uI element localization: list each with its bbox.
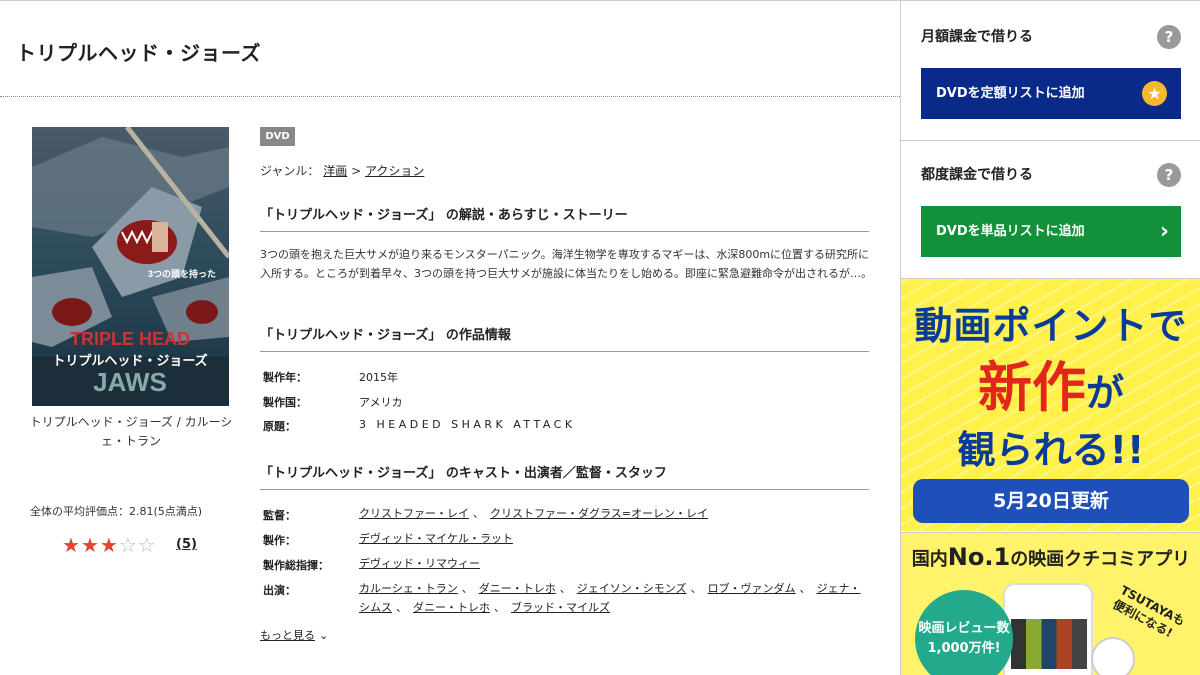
chevron-down-icon: ⌄ bbox=[319, 629, 329, 642]
tsutaya-tag: TSUTAYAも便利になる! bbox=[1110, 582, 1188, 641]
synopsis-text: 3つの頭を抱えた巨大サメが迫り来るモンスターパニック。海洋生物学を専攻するマギー… bbox=[260, 248, 872, 280]
staff-heading: 「トリプルヘッド・ジョーズ」 のキャスト・出演者／監督・スタッフ bbox=[260, 462, 869, 490]
staff-label: 製作総指揮： bbox=[263, 559, 329, 572]
staff-label: 監督： bbox=[263, 509, 296, 522]
staff-values-cast: カルーシェ・トラン、ダニー・トレホ、ジェイソン・シモンズ、ロブ・ヴァンダム、ジェ… bbox=[359, 582, 861, 614]
add-to-monthly-list-button[interactable]: DVDを定額リストに追加 ★ bbox=[921, 68, 1181, 119]
star-filled-icon: ★ bbox=[99, 533, 118, 557]
star-empty-icon: ☆ bbox=[118, 533, 137, 557]
video-points-banner[interactable]: 動画ポイントで 新作が 観られる!! 5月20日更新 bbox=[901, 279, 1200, 531]
title-divider bbox=[0, 96, 900, 97]
poster-image[interactable]: TRIPLE HEAD トリプルヘッド・ジョーズ JAWS 3つの頭を持った bbox=[32, 127, 229, 406]
review-app-banner[interactable]: 国内No.1の映画クチコミアプリ 映画レビュー数 1,000万件! TSUTAY… bbox=[901, 532, 1200, 675]
phone-screen bbox=[1011, 619, 1087, 669]
banner-particle: が bbox=[1085, 371, 1124, 415]
head-pre: 国内 bbox=[911, 549, 948, 570]
poster-art: TRIPLE HEAD トリプルヘッド・ジョーズ JAWS 3つの頭を持った bbox=[32, 127, 229, 406]
sidebar-divider bbox=[901, 140, 1200, 141]
person-link[interactable]: デヴィッド・リマウィー bbox=[359, 557, 480, 570]
info-value: 3 HEADED SHARK ATTACK bbox=[359, 418, 576, 431]
star-icon: ★ bbox=[1142, 81, 1167, 106]
info-heading: 「トリプルヘッド・ジョーズ」 の作品情報 bbox=[260, 324, 869, 352]
genre-breadcrumb: ジャンル： 洋画 > アクション bbox=[260, 162, 424, 179]
star-filled-icon: ★ bbox=[62, 533, 80, 557]
poster-jaws: JAWS bbox=[93, 367, 167, 397]
genre-primary-link[interactable]: 洋画 bbox=[323, 164, 347, 178]
chevron-right-icon: › bbox=[1159, 219, 1169, 244]
app-banner-heading: 国内No.1の映画クチコミアプリ bbox=[901, 543, 1200, 571]
staff-label: 出演： bbox=[263, 584, 296, 597]
poster-en-title: TRIPLE HEAD bbox=[70, 329, 190, 349]
staff-values-producer: デヴィッド・マイケル・ラット bbox=[359, 529, 864, 548]
person-link[interactable]: クリストファー・レイ bbox=[359, 507, 469, 520]
person-link[interactable]: ジェイソン・シモンズ bbox=[577, 582, 687, 595]
person-link[interactable]: カルーシェ・トラン bbox=[359, 582, 458, 595]
head-post: の映画クチコミアプリ bbox=[1010, 549, 1191, 570]
info-label: 製作年： bbox=[263, 371, 307, 384]
info-label: 原題： bbox=[263, 420, 296, 433]
person-link[interactable]: クリストファー・ダグラス=オーレン・レイ bbox=[490, 507, 708, 520]
synopsis-heading: 「トリプルヘッド・ジョーズ」 の解説・あらすじ・ストーリー bbox=[260, 204, 869, 232]
page-title: トリプルヘッド・ジョーズ bbox=[16, 41, 261, 65]
help-icon[interactable]: ? bbox=[1157, 25, 1181, 49]
show-more-link[interactable]: もっと見る ⌄ bbox=[260, 627, 328, 643]
review-count-badge: 映画レビュー数 1,000万件! bbox=[915, 590, 1013, 675]
star-filled-icon: ★ bbox=[80, 533, 99, 557]
person-link[interactable]: ダニー・トレホ bbox=[479, 582, 556, 595]
staff-values-director: クリストファー・レイ、クリストファー・ダグラス=オーレン・レイ bbox=[359, 507, 708, 520]
info-value: アメリカ bbox=[359, 396, 403, 409]
poster-jp-title: トリプルヘッド・ジョーズ bbox=[52, 353, 207, 368]
genre-secondary-link[interactable]: アクション bbox=[365, 164, 424, 178]
rating-stars: ★ ★ ★ ☆ ☆ bbox=[62, 534, 156, 556]
help-icon[interactable]: ? bbox=[1157, 163, 1181, 187]
main-content: トリプルヘッド・ジョーズ TRIPLE HEAD トリプルヘッド・ジョーズ JA… bbox=[0, 0, 900, 675]
banner-line1: 動画ポイントで bbox=[914, 304, 1188, 348]
phone-image bbox=[1003, 583, 1093, 675]
info-value: 2015年 bbox=[359, 371, 398, 384]
person-link[interactable]: ダニー・トレホ bbox=[413, 601, 490, 614]
staff-values-executive: デヴィッド・リマウィー bbox=[359, 554, 864, 573]
button-label: DVDを単品リストに追加 bbox=[936, 224, 1085, 239]
add-to-single-list-button[interactable]: DVDを単品リストに追加 › bbox=[921, 206, 1181, 257]
monthly-plan-title: 月額課金で借りる bbox=[921, 29, 1033, 45]
head-big: No.1 bbox=[947, 543, 1011, 571]
single-plan-title: 都度課金で借りる bbox=[921, 167, 1033, 183]
genre-label: ジャンル： bbox=[260, 164, 320, 178]
poster-caption: トリプルヘッド・ジョーズ / カルーシェ・トラン bbox=[29, 415, 233, 448]
banner-line3: 観られる!! bbox=[957, 428, 1145, 472]
review-count-link[interactable]: (5) bbox=[176, 537, 197, 552]
person-link[interactable]: ブラッド・マイルズ bbox=[511, 601, 610, 614]
info-label: 製作国： bbox=[263, 396, 307, 409]
dvd-badge: DVD bbox=[260, 127, 295, 146]
person-link[interactable]: ロブ・ヴァンダム bbox=[708, 582, 796, 595]
star-empty-icon: ☆ bbox=[137, 533, 156, 557]
rental-sidebar: 月額課金で借りる ? DVDを定額リストに追加 ★ 都度課金で借りる ? DVD… bbox=[900, 0, 1200, 675]
banner-new-release: 新作 bbox=[977, 356, 1086, 419]
poster-tagline: 3つの頭を持った bbox=[148, 268, 216, 279]
person-link[interactable]: デヴィッド・マイケル・ラット bbox=[359, 532, 513, 545]
staff-label: 製作： bbox=[263, 534, 296, 547]
banner-line2: 新作が bbox=[901, 343, 1200, 422]
banner-update-date: 5月20日更新 bbox=[913, 479, 1189, 523]
bear-mascot-icon bbox=[1091, 637, 1135, 675]
genre-separator: > bbox=[351, 164, 362, 178]
average-rating-text: 全体の平均評価点：2.81(5点満点) bbox=[30, 505, 203, 518]
button-label: DVDを定額リストに追加 bbox=[936, 86, 1085, 101]
show-more-label: もっと見る bbox=[260, 629, 315, 642]
